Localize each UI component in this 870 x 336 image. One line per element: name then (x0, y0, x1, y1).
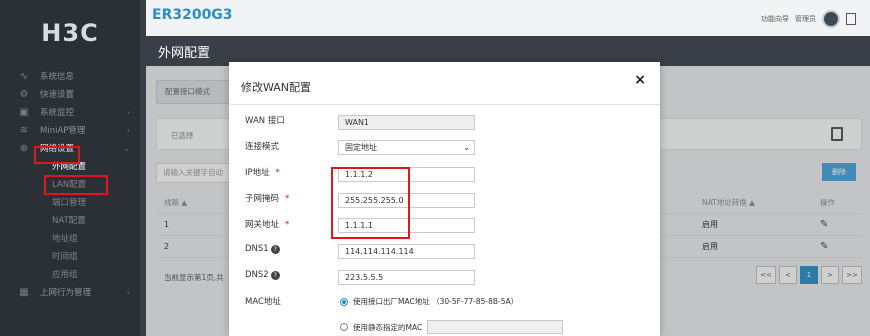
ip-label: IP地址 * (245, 166, 280, 178)
sidebar: H3C ∿ 系统信息 ⚙ 快速设置 ▣ 系统监控 › ≋ MiniAP管理 › … (0, 0, 140, 336)
sidebar-item-system-info[interactable]: ∿ 系统信息 (0, 68, 140, 86)
mac-static-option[interactable]: 使用静态指定的MAC (340, 320, 564, 334)
sidebar-item-behavior-management[interactable]: ▦ 上网行为管理 › (0, 284, 140, 302)
logout-icon[interactable] (846, 13, 856, 25)
chevron-right-icon: › (126, 126, 130, 135)
sidebar-item-label: 快速设置 (40, 90, 75, 100)
pulse-icon: ∿ (19, 71, 29, 82)
conn-mode-label: 连接模式 (245, 142, 280, 152)
h3c-logo: H3C (0, 0, 140, 62)
device-name: ER3200G3 (152, 7, 233, 23)
globe-icon: ⊕ (19, 143, 29, 154)
help-icon[interactable]: ? (270, 271, 280, 280)
dns2-label: DNS2? (245, 270, 280, 280)
sidebar-item-label: 系统信息 (40, 72, 75, 82)
dns1-label: DNS1? (245, 244, 280, 254)
highlight-box-ip-fields (331, 167, 410, 239)
chevron-down-icon: ⌄ (123, 144, 130, 153)
close-icon[interactable]: × (634, 72, 646, 88)
radio-static-mac[interactable] (340, 323, 348, 331)
sidebar-item-quick-setup[interactable]: ⚙ 快速设置 (0, 86, 140, 104)
wan-port-label: WAN 接口 (245, 116, 285, 126)
chevron-down-icon: ⌄ (463, 143, 470, 152)
chevron-right-icon: › (126, 288, 130, 297)
top-header: ER3200G3 功能向导 管理员 (146, 0, 870, 36)
highlight-box-wan-config (44, 175, 108, 195)
admin-label[interactable]: 管理员 (795, 14, 816, 24)
mac-static-text: 使用静态指定的MAC (353, 322, 423, 332)
sidebar-item-label: 地址组 (52, 234, 78, 244)
required-star: * (285, 194, 290, 204)
conn-mode-select[interactable]: 固定地址 ⌄ (338, 140, 475, 155)
ip-label-text: IP地址 (245, 168, 270, 178)
avatar[interactable] (822, 10, 840, 28)
mac-label: MAC地址 (245, 297, 281, 307)
highlight-box-network-settings (34, 146, 80, 164)
wan-port-field: WAN1 (338, 115, 475, 130)
sidebar-subitem-time-group[interactable]: 时间组 (0, 248, 140, 266)
mask-label: 子网掩码 * (245, 192, 289, 204)
sidebar-subitem-address-group[interactable]: 地址组 (0, 230, 140, 248)
page-title: 外网配置 (158, 46, 211, 61)
wizard-link[interactable]: 功能向导 (761, 14, 789, 24)
sidebar-subitem-app-group[interactable]: 应用组 (0, 266, 140, 284)
behavior-icon: ▦ (19, 287, 29, 298)
conn-mode-value: 固定地址 (345, 143, 377, 152)
dns1-label-text: DNS1 (245, 244, 269, 254)
dns2-label-text: DNS2 (245, 270, 269, 280)
help-icon[interactable]: ? (270, 245, 280, 254)
sidebar-subitem-nat-config[interactable]: NAT配置 (0, 212, 140, 230)
mac-factory-option[interactable]: 使用接口出厂MAC地址 （30-5F-77-85-8B-5A） (340, 296, 518, 307)
dns1-input[interactable]: 114.114.114.114 (338, 244, 475, 259)
mask-label-text: 子网掩码 (245, 194, 280, 204)
sidebar-item-label: MiniAP管理 (40, 126, 86, 136)
wifi-icon: ≋ (19, 125, 29, 136)
dialog-divider (229, 104, 660, 105)
static-mac-input[interactable] (427, 320, 564, 334)
sidebar-item-label: NAT配置 (52, 216, 86, 226)
gateway-label-text: 网关地址 (245, 220, 280, 230)
required-star: * (275, 168, 280, 178)
mac-factory-text: 使用接口出厂MAC地址 （30-5F-77-85-8B-5A） (353, 297, 519, 306)
dns2-input[interactable]: 223.5.5.5 (338, 270, 475, 285)
sidebar-item-label: 端口管理 (52, 198, 87, 208)
sidebar-item-label: 上网行为管理 (40, 288, 92, 298)
edit-wan-dialog: 修改WAN配置 × WAN 接口 WAN1 连接模式 固定地址 ⌄ IP地址 * … (229, 62, 660, 336)
chevron-right-icon: › (126, 108, 130, 117)
radio-factory-mac[interactable] (340, 297, 348, 306)
sidebar-subitem-port-management[interactable]: 端口管理 (0, 194, 140, 212)
header-actions: 功能向导 管理员 (761, 10, 856, 28)
sidebar-item-label: 系统监控 (40, 108, 75, 118)
dialog-title: 修改WAN配置 (241, 81, 312, 94)
sidebar-item-label: 应用组 (52, 270, 78, 280)
gateway-label: 网关地址 * (245, 218, 289, 230)
monitor-icon: ▣ (19, 107, 29, 118)
sidebar-item-system-monitor[interactable]: ▣ 系统监控 › (0, 104, 140, 122)
sidebar-item-label: 时间组 (52, 252, 78, 262)
required-star: * (285, 220, 290, 230)
wizard-icon: ⚙ (19, 89, 29, 100)
sidebar-item-miniap[interactable]: ≋ MiniAP管理 › (0, 122, 140, 140)
